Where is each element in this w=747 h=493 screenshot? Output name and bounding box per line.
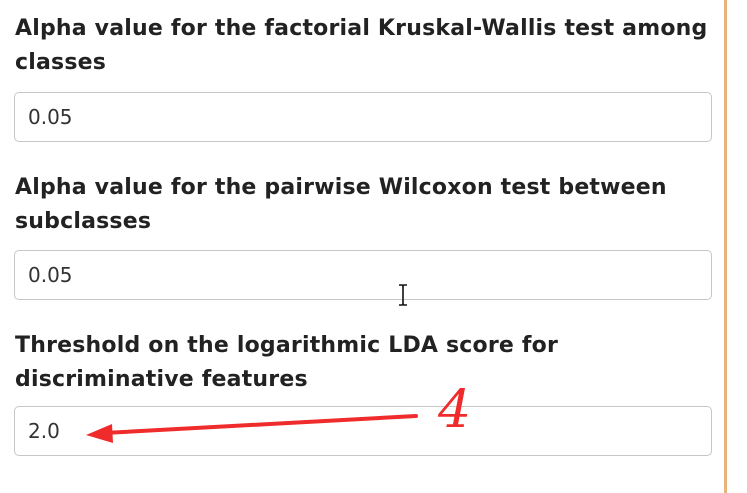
lda-threshold-label: Threshold on the logarithmic LDA score f… [15,333,559,392]
kruskal-wallis-alpha-input[interactable] [14,92,712,142]
page-scroll-gutter[interactable] [727,0,747,493]
tool-parameters-form: Alpha value for the factorial Kruskal-Wa… [0,0,724,493]
annotation-step-number: 4 [438,380,472,440]
wilcoxon-alpha-label: Alpha value for the pairwise Wilcoxon te… [15,175,667,234]
kruskal-wallis-alpha-label: Alpha value for the factorial Kruskal-Wa… [15,16,708,75]
text-cursor-icon [399,284,407,306]
wilcoxon-alpha-input[interactable] [14,250,712,300]
lda-threshold-input[interactable] [14,406,712,456]
next-field-label-cutoff [15,482,715,493]
